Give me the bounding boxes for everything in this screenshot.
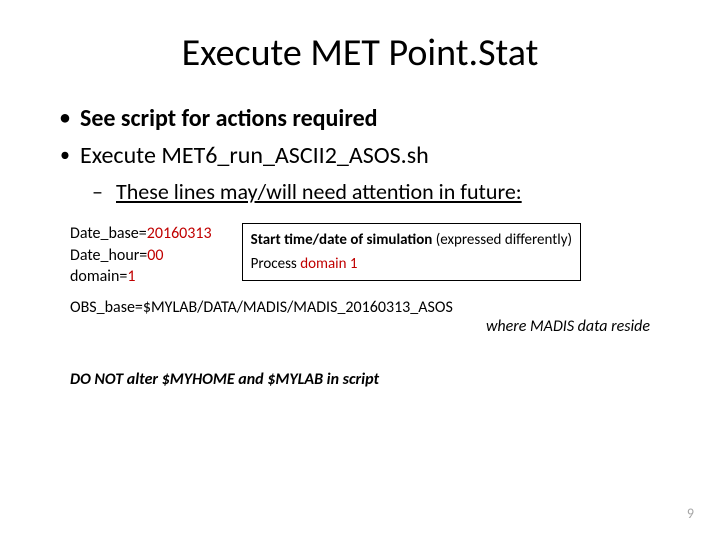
annotation-box: Start time/date of simulation (expressed…: [242, 223, 581, 281]
box-line-domain: Process domain 1: [251, 252, 572, 276]
code-line-datehour: Date_hour=00: [70, 245, 212, 267]
code-block: Date_base=20160313 Date_hour=00 domain=1: [70, 223, 212, 288]
bullet-attention: These lines may/will need attention in f…: [92, 178, 670, 205]
obs-note: where MADIS data reside: [50, 317, 650, 336]
slide-title: Execute MET Point.Stat: [50, 30, 670, 76]
bullet-execute-script: MET6_run_ASCII2_ASOS.sh: [161, 141, 428, 170]
slide-number: 9: [687, 505, 694, 522]
box-line-start: Start time/date of simulation (expressed…: [251, 228, 572, 252]
obs-base-line: OBS_base=$MYLAB/DATA/MADIS/MADIS_2016031…: [70, 298, 670, 317]
bullet-execute: Execute MET6_run_ASCII2_ASOS.sh: [56, 141, 670, 170]
do-not-alter-warning: DO NOT alter $MYHOME and $MYLAB in scrip…: [70, 370, 670, 389]
code-and-box-row: Date_base=20160313 Date_hour=00 domain=1…: [70, 223, 670, 288]
code-line-datebase: Date_base=20160313: [70, 223, 212, 245]
bullet-execute-text: Execute: [80, 141, 161, 170]
bullet-see-script: See script for actions required: [56, 104, 670, 133]
code-line-domain: domain=1: [70, 266, 212, 288]
